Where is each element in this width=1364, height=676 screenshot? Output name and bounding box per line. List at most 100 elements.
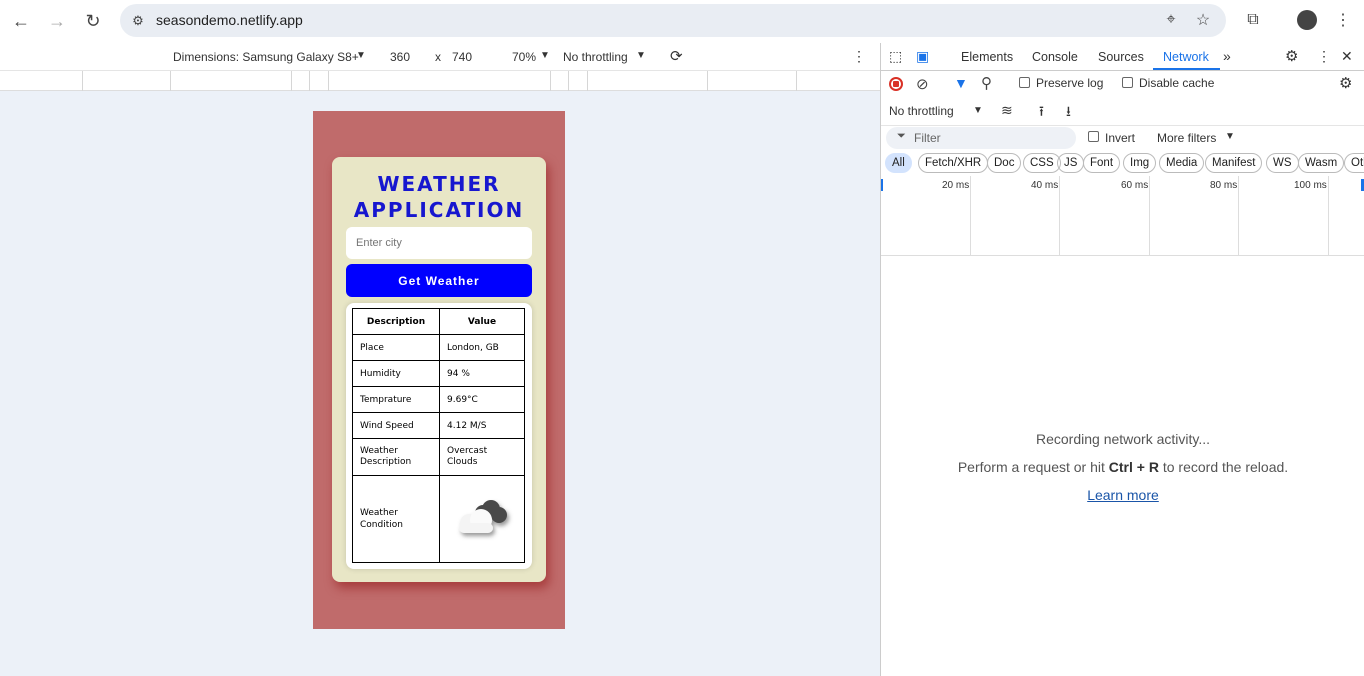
timeline-label: 80 ms — [1210, 180, 1238, 191]
active-tab-indicator — [1153, 68, 1220, 70]
more-tabs-icon[interactable]: » — [1223, 48, 1231, 64]
inspect-element-icon[interactable]: ⬚ — [889, 48, 902, 65]
filter-placeholder: Filter — [914, 131, 941, 145]
search-icon[interactable]: ⚲ — [981, 74, 992, 92]
network-settings-icon[interactable]: ⚙ — [1339, 74, 1352, 92]
browser-menu-icon[interactable]: ⋮ — [1332, 9, 1354, 31]
column-header: Value — [439, 308, 525, 335]
avatar[interactable] — [1297, 10, 1317, 30]
title-line-2: APPLICATION — [353, 198, 525, 222]
network-toolbar: ⊘ ▼ ⚲ Preserve log Disable cache ⚙ — [881, 75, 1364, 99]
forward-icon[interactable]: → — [45, 9, 69, 33]
chip-doc[interactable]: Doc — [987, 153, 1022, 173]
export-har-icon[interactable]: ⭳ — [1066, 101, 1071, 125]
timeline-label: 40 ms — [1031, 180, 1059, 191]
chip-wasm[interactable]: Wasm — [1298, 153, 1345, 173]
row-value: 9.69°C — [439, 386, 525, 413]
throttling-select[interactable]: No throttling — [889, 104, 954, 118]
more-filters-button[interactable]: More filters — [1157, 131, 1216, 145]
chevron-down-icon: ▼ — [356, 50, 366, 61]
chevron-down-icon: ▼ — [636, 50, 646, 61]
timeline-handle-left[interactable] — [881, 179, 883, 191]
hint-text: Perform a request or hit — [957, 459, 1109, 475]
device-screen: WEATHER APPLICATION Get Weather Descript… — [313, 111, 565, 629]
chip-css[interactable]: CSS — [1023, 153, 1061, 173]
chip-manifest[interactable]: Manifest — [1205, 153, 1263, 173]
import-har-icon[interactable]: ⭱ — [1039, 101, 1044, 125]
chip-font[interactable]: Font — [1083, 153, 1121, 173]
table-row: Weather Condition — [352, 475, 525, 563]
zoom-select[interactable]: 70% — [512, 50, 536, 64]
site-info-icon[interactable]: ⚙ — [127, 10, 149, 32]
width-field[interactable]: 360 — [390, 50, 410, 64]
back-icon[interactable]: ← — [9, 9, 33, 33]
filter-input[interactable]: ⏷ Filter — [886, 127, 1076, 149]
invert-checkbox[interactable] — [1088, 131, 1099, 142]
reload-icon[interactable]: ↻ — [81, 9, 105, 33]
tab-elements[interactable]: Elements — [961, 50, 1013, 64]
network-toolbar-2: No throttling ▼ ≋ ⭱ ⭳ — [881, 102, 1364, 126]
row-value: 94 % — [439, 360, 525, 387]
gear-icon[interactable]: ⚙ — [1285, 47, 1298, 65]
chip-other[interactable]: Oth — [1344, 153, 1364, 173]
network-overview-timeline: 20 ms 40 ms 60 ms 80 ms 100 ms — [881, 176, 1364, 256]
get-weather-button[interactable]: Get Weather — [346, 264, 532, 297]
city-input[interactable] — [346, 227, 532, 259]
chip-img[interactable]: Img — [1123, 153, 1157, 173]
weather-condition-cell — [439, 475, 525, 563]
disable-cache-checkbox[interactable] — [1122, 77, 1133, 88]
app-title: WEATHER APPLICATION — [332, 171, 546, 223]
tab-console[interactable]: Console — [1032, 50, 1078, 64]
dimensions-select[interactable]: Dimensions: Samsung Galaxy S8+ — [173, 50, 359, 64]
row-label: Temprature — [352, 386, 440, 413]
table-row: Temprature 9.69°C — [352, 386, 525, 413]
close-icon[interactable]: ✕ — [1341, 48, 1353, 65]
weather-card: WEATHER APPLICATION Get Weather Descript… — [332, 157, 546, 582]
devtools-panel: ⬚ ▣ Elements Console Sources Network » ⚙… — [880, 43, 1364, 676]
preserve-log-checkbox[interactable] — [1019, 77, 1030, 88]
extensions-icon[interactable]: ⧉ — [1242, 9, 1264, 31]
rotate-icon[interactable]: ⟳ — [670, 47, 683, 65]
row-label: Humidity — [352, 360, 440, 387]
chevron-down-icon: ▼ — [1225, 131, 1235, 142]
height-field[interactable]: 740 — [452, 50, 472, 64]
learn-more-link[interactable]: Learn more — [1087, 487, 1159, 503]
timeline-label: 20 ms — [942, 180, 970, 191]
row-value: Overcast Clouds — [439, 438, 525, 476]
location-icon[interactable]: ⌖ — [1160, 9, 1182, 31]
table-row: Place London, GB — [352, 334, 525, 361]
hint-shortcut: Ctrl + R — [1108, 459, 1159, 475]
browser-toolbar: ← → ↻ ⚙ seasondemo.netlify.app ⌖ ☆ ⧉ ⋮ — [0, 0, 1364, 42]
bookmark-star-icon[interactable]: ☆ — [1192, 9, 1214, 31]
row-label: Place — [352, 334, 440, 361]
device-toggle-icon[interactable]: ▣ — [916, 48, 929, 65]
device-toolbar: Dimensions: Samsung Galaxy S8+ ▼ 360 x 7… — [0, 43, 880, 71]
weather-table: Description Value Place London, GB Humid… — [352, 308, 525, 563]
chip-media[interactable]: Media — [1159, 153, 1205, 173]
chip-all[interactable]: All — [885, 153, 912, 173]
disable-cache-label: Disable cache — [1139, 76, 1215, 90]
filter-icon: ⏷ — [897, 130, 906, 142]
chip-js[interactable]: JS — [1057, 153, 1085, 173]
tab-network[interactable]: Network — [1163, 50, 1209, 64]
address-bar[interactable]: ⚙ seasondemo.netlify.app ⌖ ☆ — [120, 4, 1226, 37]
chevron-down-icon: ▼ — [540, 50, 550, 61]
chip-fetch-xhr[interactable]: Fetch/XHR — [918, 153, 989, 173]
throttling-select[interactable]: No throttling — [563, 50, 628, 64]
chip-ws[interactable]: WS — [1266, 153, 1299, 173]
network-conditions-icon[interactable]: ≋ — [1001, 102, 1013, 119]
learn-more-row: Learn more — [881, 487, 1364, 503]
row-value: 4.12 M/S — [439, 412, 525, 439]
hint-text: to record the reload. — [1158, 459, 1289, 475]
tab-sources[interactable]: Sources — [1098, 50, 1144, 64]
recording-message: Recording network activity... — [1035, 431, 1211, 447]
cloud-icon — [459, 499, 507, 533]
timeline-label: 60 ms — [1121, 180, 1149, 191]
clear-icon[interactable]: ⊘ — [916, 75, 929, 93]
media-query-ruler — [0, 71, 880, 91]
record-stop-icon[interactable] — [889, 77, 903, 91]
row-value: London, GB — [439, 334, 525, 361]
more-options-icon[interactable]: ⋮ — [1317, 48, 1331, 65]
filter-icon[interactable]: ▼ — [954, 75, 968, 91]
more-options-icon[interactable]: ⋮ — [852, 48, 866, 65]
